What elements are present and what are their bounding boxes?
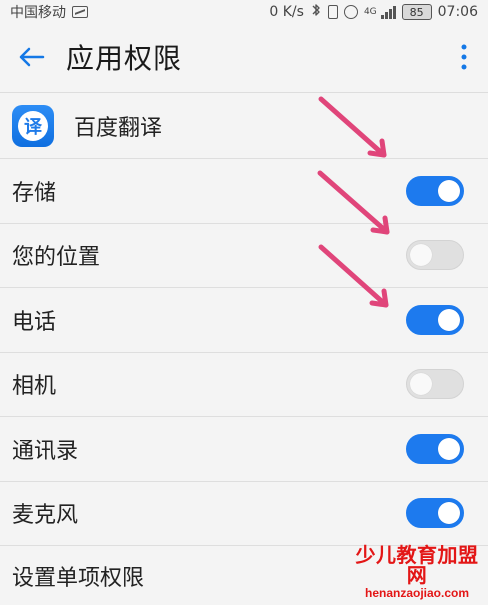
permission-row-contacts[interactable]: 通讯录 [0,416,488,481]
permission-label: 您的位置 [12,245,101,271]
setting-label: 设置单项权限 [12,565,145,591]
watermark-line-1: 少儿教育加盟网 [355,543,479,587]
battery-icon: 85 [401,4,432,20]
toggle-knob [438,502,460,525]
toggle-knob [410,244,432,267]
site-watermark: 少儿教育加盟网 henanzaojiao.com [354,545,480,599]
phone-toggle[interactable] [406,304,464,335]
toggle-knob [438,437,460,460]
screen: 中国移动 0 K/s 4G 85 07:06 应用权限 译 百度翻译 存储 您的… [0,0,488,605]
back-arrow-icon [19,47,45,67]
contacts-toggle[interactable] [406,433,464,464]
toggle-knob [438,179,460,202]
permission-label: 相机 [12,374,57,400]
camera-toggle[interactable] [406,369,464,400]
app-icon: 译 [12,104,54,147]
permission-row-location[interactable]: 您的位置 [0,222,488,288]
location-toggle[interactable] [406,240,464,271]
status-right: 0 K/s 4G 85 07:06 [269,3,478,21]
permission-row-microphone[interactable]: 麦克风 [0,480,488,546]
network-type: 4G [363,7,377,17]
watermark-line-2: henanzaojiao.com [364,586,470,600]
permission-row-camera[interactable]: 相机 [0,351,488,417]
storage-toggle[interactable] [406,175,464,206]
permission-label: 存储 [12,180,57,206]
network-speed: 0 K/s [269,4,304,20]
status-bar: 中国移动 0 K/s 4G 85 07:06 [0,0,488,24]
signal-icon [380,5,396,19]
toggle-knob [410,373,432,396]
battery-level: 85 [409,5,424,19]
activity-icon [72,6,88,18]
microphone-toggle[interactable] [406,498,464,529]
more-options-button[interactable] [452,37,476,77]
alarm-icon [343,5,358,19]
app-icon-text: 译 [18,110,48,141]
app-name: 百度翻译 [74,115,163,141]
permission-row-storage[interactable]: 存储 [0,158,488,223]
more-vertical-icon [461,44,467,70]
bluetooth-icon [310,3,322,21]
carrier-label: 中国移动 [10,5,66,21]
app-header-row: 译 百度翻译 [0,92,488,158]
vibrate-icon [327,5,338,19]
clock: 07:06 [437,4,478,20]
page-title: 应用权限 [66,42,183,75]
app-bar: 应用权限 [0,24,488,90]
permission-row-phone[interactable]: 电话 [0,287,488,352]
toggle-knob [438,308,460,331]
permission-label: 电话 [12,309,57,335]
permission-list: 存储 您的位置 电话 相机 通讯录 麦克风 设置单项权限 [0,158,488,605]
permission-label: 通讯录 [12,438,79,464]
back-button[interactable] [12,38,50,76]
permission-label: 麦克风 [12,503,79,529]
status-left: 中国移动 [10,2,88,22]
